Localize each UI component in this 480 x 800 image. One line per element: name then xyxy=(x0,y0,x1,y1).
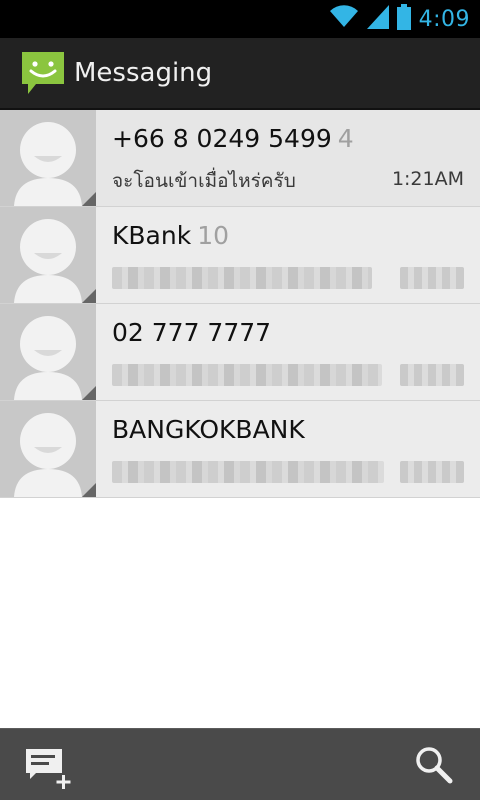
contact-avatar[interactable] xyxy=(0,304,96,400)
redacted-snippet xyxy=(112,267,372,289)
conversation-name: 02 777 7777 xyxy=(112,318,272,347)
app-title: Messaging xyxy=(74,58,213,88)
quick-contact-corner xyxy=(82,289,96,303)
conversation-name-line: +66 8 0249 5499 4 xyxy=(112,124,354,153)
message-time: 1:21AM xyxy=(391,168,464,190)
contact-avatar[interactable] xyxy=(0,207,96,303)
contact-avatar[interactable] xyxy=(0,401,96,497)
conversation-row[interactable]: BANGKOKBANK xyxy=(0,401,480,498)
conversation-name-line: 02 777 7777 xyxy=(112,318,277,347)
conversation-name: BANGKOKBANK xyxy=(112,415,305,444)
action-bar: Messaging xyxy=(0,38,480,110)
conversation-name: +66 8 0249 5499 xyxy=(112,124,332,153)
redacted-snippet xyxy=(112,364,382,386)
redacted-snippet xyxy=(112,461,384,483)
status-icons: 4:09 xyxy=(329,4,470,34)
conversation-name: KBank xyxy=(112,221,192,250)
quick-contact-corner xyxy=(82,483,96,497)
message-count: 10 xyxy=(197,221,229,250)
redacted-time xyxy=(400,267,464,289)
battery-icon xyxy=(396,4,411,34)
message-count: 4 xyxy=(337,124,354,153)
status-bar: 4:09 xyxy=(0,0,480,38)
quick-contact-corner xyxy=(82,386,96,400)
redacted-time xyxy=(400,364,464,386)
wifi-icon xyxy=(329,5,359,33)
conversation-list: +66 8 0249 5499 4 จะโอนเข้าเมื่อไหร่ครับ … xyxy=(0,110,480,498)
conversation-name-line: KBank 10 xyxy=(112,221,229,250)
messaging-app-icon[interactable] xyxy=(20,50,66,96)
redacted-time xyxy=(400,461,464,483)
status-time: 4:09 xyxy=(418,6,470,32)
message-snippet: จะโอนเข้าเมื่อไหร่ครับ xyxy=(112,170,296,192)
contact-avatar[interactable] xyxy=(0,110,96,206)
conversation-name-line: BANGKOKBANK xyxy=(112,415,311,444)
signal-icon xyxy=(366,5,389,33)
compose-icon[interactable] xyxy=(22,745,76,789)
conversation-row[interactable]: 02 777 7777 xyxy=(0,304,480,401)
conversation-row[interactable]: +66 8 0249 5499 4 จะโอนเข้าเมื่อไหร่ครับ … xyxy=(0,110,480,207)
bottom-action-bar xyxy=(0,728,480,800)
conversation-row[interactable]: KBank 10 xyxy=(0,207,480,304)
quick-contact-corner xyxy=(82,192,96,206)
search-icon[interactable] xyxy=(414,745,454,785)
